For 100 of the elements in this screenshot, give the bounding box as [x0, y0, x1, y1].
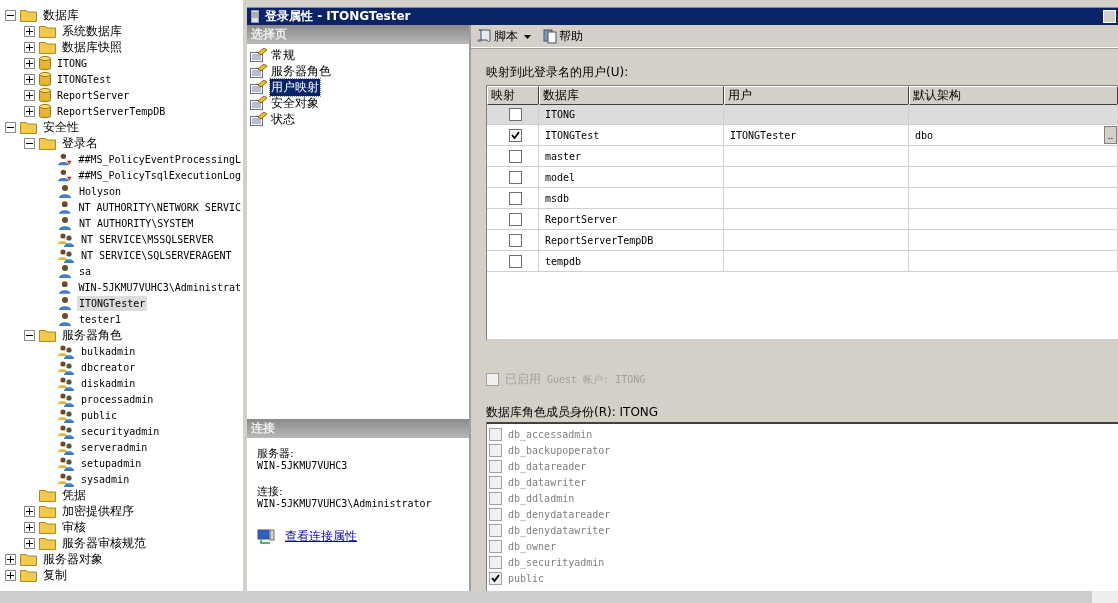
map-checkbox[interactable]	[509, 170, 522, 184]
grid-row[interactable]: msdb	[487, 188, 1118, 209]
grid-row[interactable]: ITONGTest ITONGTester dbo ..	[487, 125, 1118, 146]
tree-item[interactable]: 复制	[41, 567, 69, 583]
role-label: public	[508, 572, 545, 584]
page-icon	[250, 96, 267, 110]
grid-row[interactable]: ReportServer	[487, 209, 1118, 230]
server-label: 服务器:	[257, 448, 295, 460]
tree-item[interactable]: ReportServerTempDB	[55, 103, 168, 119]
tree-item[interactable]: diskadmin	[79, 375, 138, 391]
user-group-icon	[58, 391, 75, 407]
database-cell: ReportServer	[545, 213, 618, 225]
role-label: db_backupoperator	[508, 444, 611, 456]
map-checkbox[interactable]	[509, 191, 522, 205]
tree-item[interactable]: sysadmin	[79, 471, 132, 487]
page-icon	[250, 64, 267, 78]
script-button[interactable]: 脚本	[475, 27, 537, 45]
tree-item[interactable]: 凭据	[60, 487, 88, 503]
expand-icon[interactable]	[24, 41, 35, 53]
folder-icon	[39, 488, 56, 502]
tree-item[interactable]: NT SERVICE\MSSQLSERVER	[79, 231, 216, 247]
page-item[interactable]: 服务器角色	[270, 62, 332, 80]
tree-item[interactable]: 服务器对象	[41, 551, 105, 567]
tree-item[interactable]: ITONGTest	[55, 71, 114, 87]
tree-item[interactable]: ITONG	[55, 55, 90, 71]
tree-item[interactable]: 审核	[60, 519, 88, 535]
tree-item[interactable]: WIN-5JKMU7VUHC3\Administrat	[76, 279, 243, 295]
map-checkbox[interactable]	[509, 254, 522, 268]
roles-label: 数据库角色成员身份(R): ITONG	[486, 405, 660, 419]
map-checkbox[interactable]	[509, 107, 522, 121]
tree-item[interactable]: Holyson	[77, 183, 124, 199]
tree-item[interactable]: ##MS_PolicyEventProcessingL	[76, 151, 243, 167]
page-item[interactable]: 常规	[270, 46, 296, 64]
expand-icon[interactable]	[24, 105, 35, 117]
page-item[interactable]: 状态	[270, 110, 296, 128]
tree-item[interactable]: NT AUTHORITY\SYSTEM	[77, 215, 196, 231]
tree-item[interactable]: 数据库	[41, 7, 81, 23]
grid-row[interactable]: master	[487, 146, 1118, 167]
expand-icon[interactable]	[5, 569, 16, 581]
user-group-icon	[58, 247, 75, 263]
tree-item[interactable]: setupadmin	[79, 455, 144, 471]
folder-icon	[20, 120, 37, 134]
map-checkbox[interactable]	[509, 212, 522, 226]
tree-item[interactable]: ReportServer	[55, 87, 132, 103]
grid-row[interactable]: tempdb	[487, 251, 1118, 272]
tree-item[interactable]: 登录名	[60, 135, 100, 151]
expand-icon[interactable]	[24, 521, 35, 533]
tree-item[interactable]: tester1	[77, 311, 124, 327]
tree-item[interactable]: securityadmin	[79, 423, 162, 439]
tree-item[interactable]: ITONGTester	[77, 295, 148, 311]
tree-item[interactable]: dbcreator	[79, 359, 138, 375]
tree-item[interactable]: 数据库快照	[60, 39, 124, 55]
page-item[interactable]: 用户映射	[270, 78, 320, 96]
column-header[interactable]: 映射	[487, 86, 539, 105]
page-item[interactable]: 安全对象	[270, 94, 320, 112]
tree-item[interactable]: processadmin	[79, 391, 156, 407]
column-header[interactable]: 默认架构	[909, 86, 1118, 105]
column-header[interactable]: 用户	[724, 86, 909, 105]
map-checkbox[interactable]	[509, 128, 522, 142]
collapse-icon[interactable]	[24, 137, 35, 149]
tree-item[interactable]: NT SERVICE\SQLSERVERAGENT	[79, 247, 234, 263]
tree-item[interactable]: sa	[77, 263, 94, 279]
computer-icon	[257, 528, 275, 545]
help-button[interactable]: 帮助	[541, 27, 585, 45]
folder-icon	[39, 328, 56, 342]
tree-item[interactable]: 系统数据库	[60, 23, 124, 39]
tree-item[interactable]: bulkadmin	[79, 343, 138, 359]
tree-item[interactable]: 安全性	[41, 119, 81, 135]
role-label: db_denydatareader	[508, 508, 611, 520]
connection-properties-link[interactable]: 查看连接属性	[285, 528, 357, 545]
collapse-icon[interactable]	[24, 329, 35, 341]
tree-item[interactable]: serveradmin	[79, 439, 150, 455]
expand-icon[interactable]	[24, 25, 35, 37]
grid-row[interactable]: ITONG	[487, 104, 1118, 125]
browse-button[interactable]: ..	[1104, 126, 1117, 144]
grid-row[interactable]: ReportServerTempDB	[487, 230, 1118, 251]
tree-item[interactable]: 服务器审核规范	[60, 535, 148, 551]
expand-icon[interactable]	[5, 553, 16, 565]
expand-icon[interactable]	[24, 89, 35, 101]
tree-item[interactable]: 服务器角色	[60, 327, 124, 343]
column-header[interactable]: 数据库	[539, 86, 724, 105]
tree-item[interactable]: 加密提供程序	[60, 503, 136, 519]
page-icon	[250, 80, 267, 94]
expand-icon[interactable]	[24, 73, 35, 85]
folder-icon	[39, 520, 56, 534]
tree-item[interactable]: ##MS_PolicyTsqlExecutionLog	[76, 167, 243, 183]
tree-item[interactable]: public	[79, 407, 120, 423]
tree-item[interactable]: NT AUTHORITY\NETWORK SERVIC	[76, 199, 243, 215]
collapse-icon[interactable]	[5, 121, 16, 133]
expand-icon[interactable]	[24, 505, 35, 517]
role-label: db_accessadmin	[508, 428, 593, 440]
grid-row[interactable]: model	[487, 167, 1118, 188]
user-icon	[58, 263, 73, 279]
map-checkbox[interactable]	[509, 233, 522, 247]
horizontal-scrollbar[interactable]	[0, 591, 1118, 603]
map-checkbox[interactable]	[509, 149, 522, 163]
collapse-icon[interactable]	[5, 9, 16, 21]
expand-icon[interactable]	[24, 537, 35, 549]
user-icon	[58, 279, 73, 295]
expand-icon[interactable]	[24, 57, 35, 69]
